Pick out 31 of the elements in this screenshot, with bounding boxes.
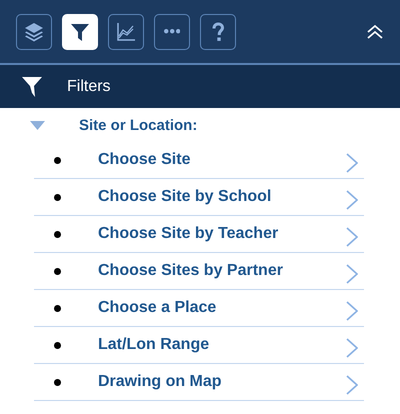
bullet-icon <box>54 268 61 274</box>
more-icon <box>164 29 180 34</box>
filter-option-link[interactable]: Choose Site by Teacher <box>98 225 278 243</box>
filter-option-link[interactable]: Choose Sites by Partner <box>98 262 283 280</box>
bullet-icon <box>54 230 61 238</box>
filter-icon <box>22 76 42 98</box>
toolbar-button[interactable] <box>108 14 144 50</box>
chevron-right-icon[interactable] <box>346 190 358 210</box>
bullet-icon <box>54 378 61 386</box>
toolbar-button[interactable] <box>16 14 52 50</box>
collapse-icon[interactable] <box>366 24 384 40</box>
bullet-icon <box>54 194 61 200</box>
toolbar-button[interactable] <box>154 14 190 50</box>
filter-option-link[interactable]: Drawing on Map <box>98 373 222 391</box>
chevron-right-icon[interactable] <box>346 153 358 173</box>
chevron-right-icon[interactable] <box>346 338 358 358</box>
toolbar-button[interactable] <box>200 14 236 50</box>
section-title[interactable]: Site or Location: <box>79 116 198 134</box>
bullet-icon <box>54 156 61 164</box>
expand-triangle-icon[interactable] <box>30 120 45 130</box>
filter-option-link[interactable]: Choose Site <box>98 151 190 169</box>
bullet-icon <box>54 342 61 348</box>
filter-option-link[interactable]: Lat/Lon Range <box>98 336 210 354</box>
filter-option-link[interactable]: Choose a Place <box>98 299 216 317</box>
panel-title: Filters <box>67 78 111 96</box>
chevron-right-icon[interactable] <box>346 375 358 395</box>
filter-option-link[interactable]: Choose Site by School <box>98 188 272 206</box>
chevron-right-icon[interactable] <box>346 227 358 247</box>
bullet-icon <box>54 304 61 312</box>
chevron-right-icon[interactable] <box>346 301 358 321</box>
chevron-right-icon[interactable] <box>346 264 358 284</box>
